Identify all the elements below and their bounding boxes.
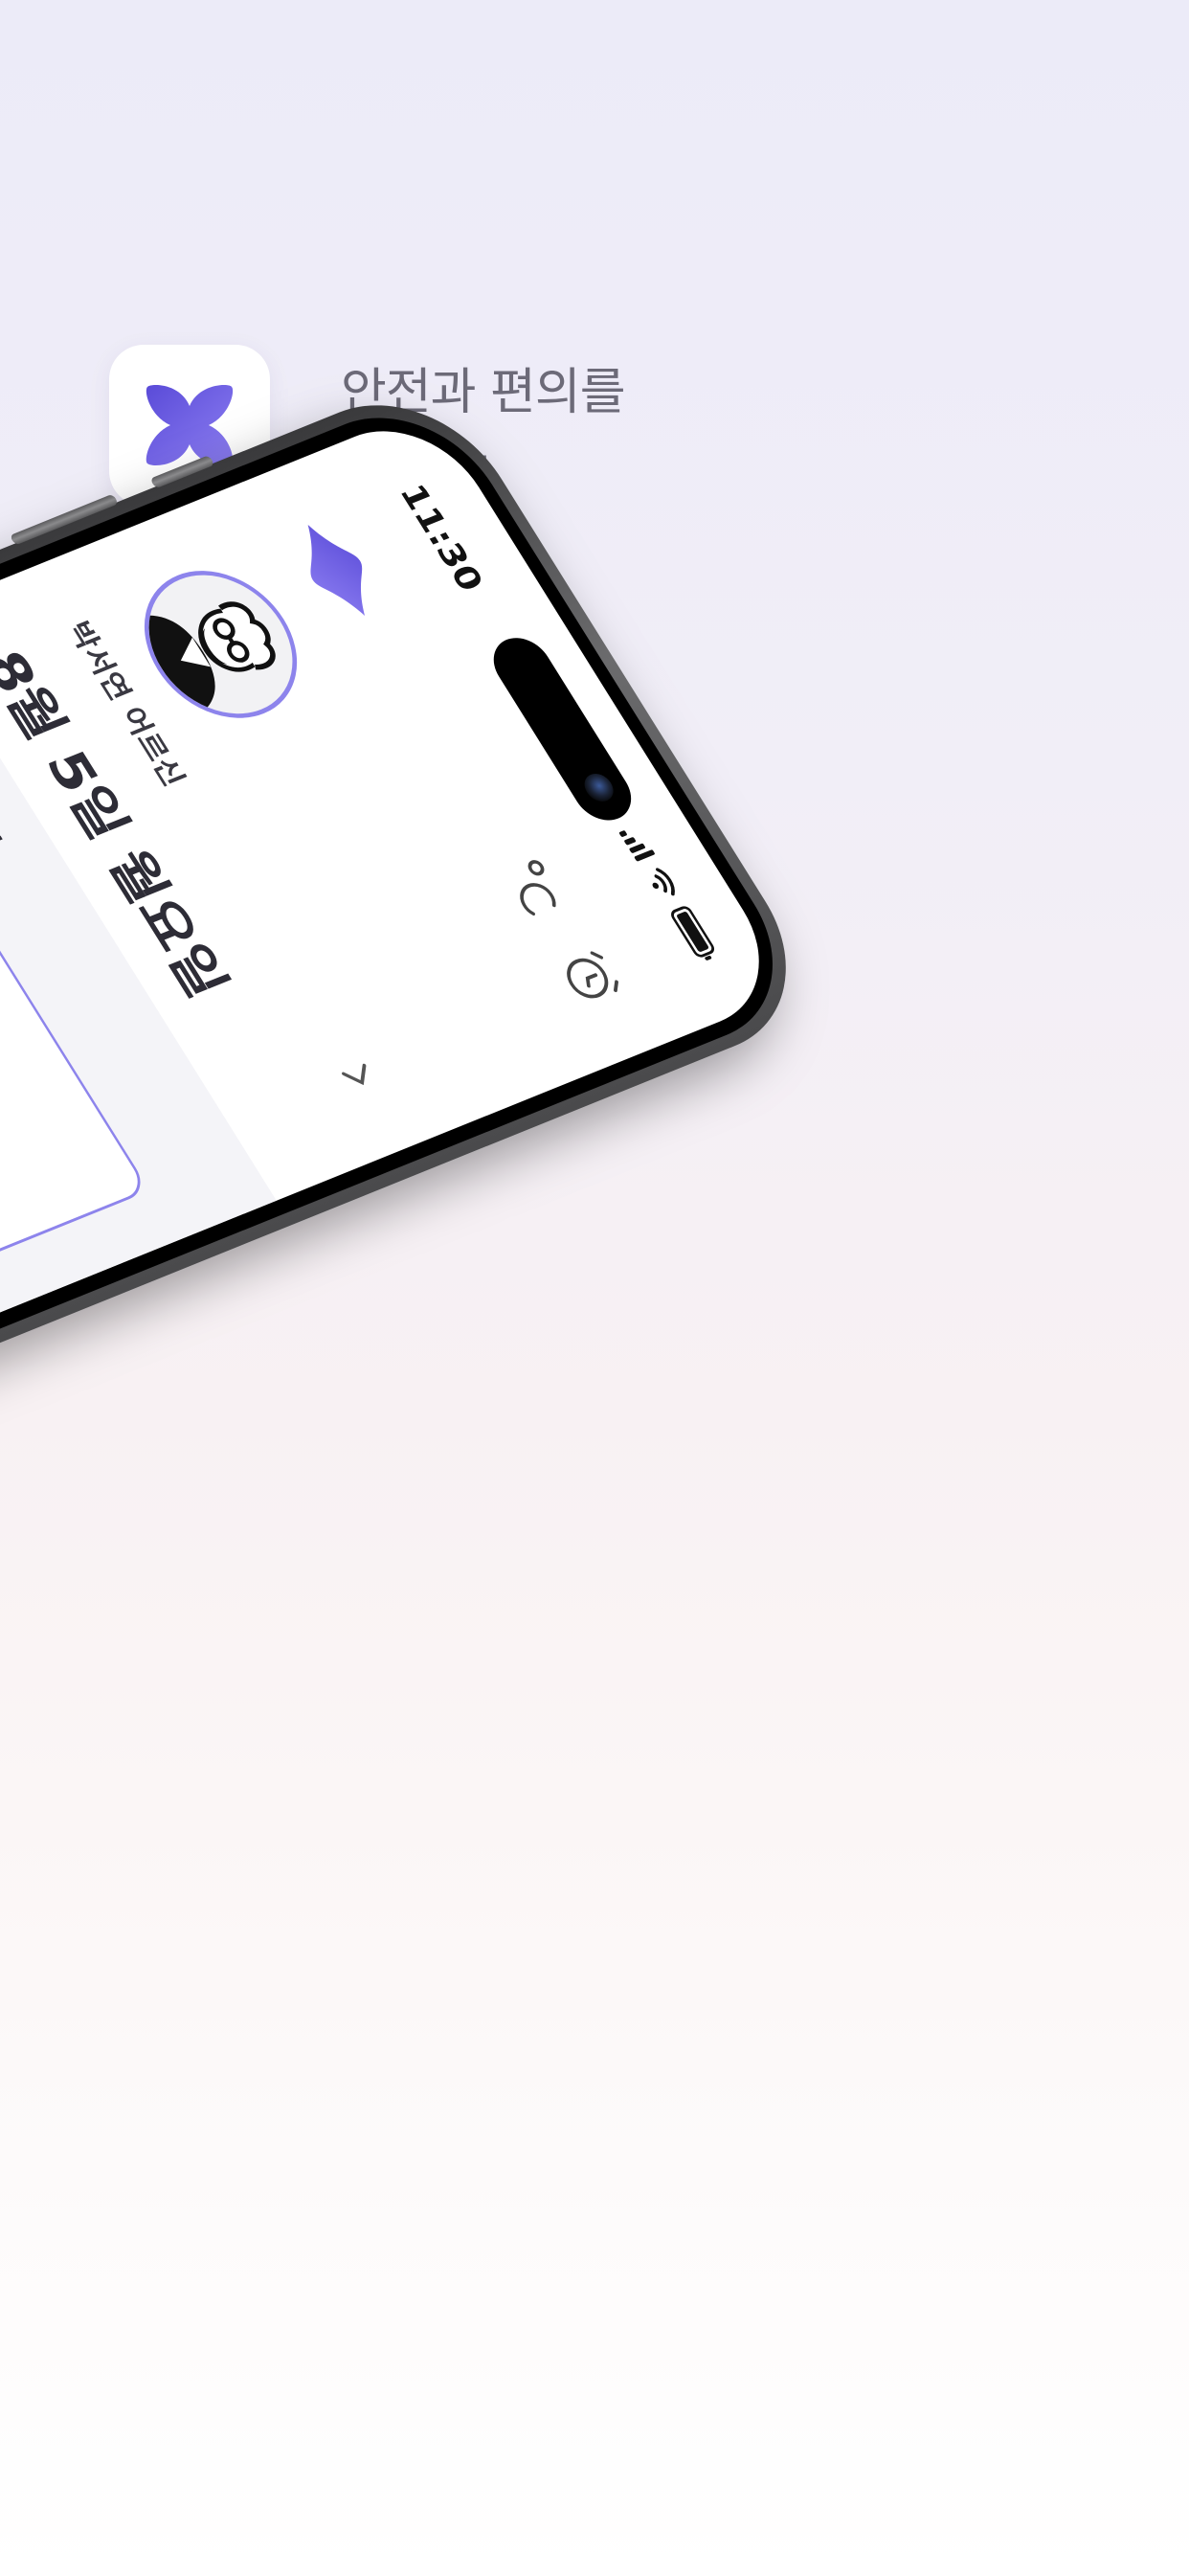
app-logo-icon[interactable] [278, 510, 394, 630]
header-icons [496, 855, 628, 1012]
battery-icon [668, 904, 717, 960]
dynamic-island [482, 629, 643, 828]
temperature-celsius-icon[interactable] [499, 856, 571, 921]
wifi-icon [652, 868, 675, 896]
phone-stage: 11:30 박서연 어르신 8월 5일 월요일 [0, 0, 1189, 2576]
status-icons [618, 825, 717, 960]
chevron-right-icon[interactable] [336, 1056, 381, 1096]
cellular-signal-icon [618, 825, 656, 862]
alarm-clock-icon[interactable] [551, 943, 629, 1012]
status-time: 11:30 [392, 479, 491, 597]
phone-mockup: 11:30 박서연 어르신 8월 5일 월요일 [0, 373, 832, 1494]
front-camera-icon [578, 769, 619, 805]
phone-screen: 11:30 박서연 어르신 8월 5일 월요일 [0, 406, 795, 1461]
